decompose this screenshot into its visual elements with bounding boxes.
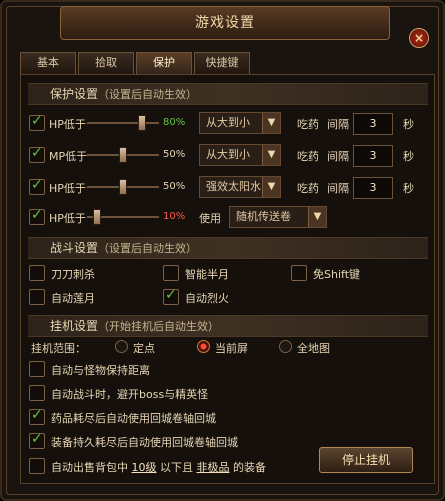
eat-potion-label: 吃药	[297, 118, 319, 131]
tab-basic[interactable]: 基本	[20, 52, 76, 74]
interval-label: 间隔	[327, 118, 349, 131]
auto-sell-prefix: 自动出售背包中	[51, 461, 128, 474]
mp-threshold-percent: 50%	[163, 149, 186, 160]
protection-section-note: （设置后自动生效）	[98, 88, 198, 101]
use-label: 使用	[199, 212, 221, 225]
eat-potion-label: 吃药	[297, 182, 319, 195]
settings-panel: 保护设置（设置后自动生效） HP低于 80% 从大到小▼ 吃药 间隔 3 秒 M…	[20, 74, 435, 484]
hp-teleport-percent: 10%	[163, 211, 186, 222]
option-lotus-moon-label: 自动莲月	[51, 292, 95, 305]
durability-recall-label: 装备持久耗尽后自动使用回城卷轴回城	[51, 436, 238, 449]
hp-threshold-checkbox-2[interactable]	[29, 177, 45, 195]
slider-knob[interactable]	[119, 179, 127, 195]
avoid-boss-checkbox[interactable]	[29, 385, 45, 401]
option-lotus-moon-checkbox[interactable]	[29, 289, 45, 305]
teleport-scroll-value: 随机传送卷	[236, 210, 291, 223]
sell-quality-link[interactable]: 非极品	[197, 461, 230, 474]
hp-teleport-checkbox[interactable]	[29, 207, 45, 225]
hp-threshold-label-2: HP低于	[49, 182, 86, 195]
range-whole-map-radio[interactable]	[279, 340, 292, 353]
window-title: 游戏设置	[60, 6, 390, 40]
interval-input-3[interactable]: 3	[353, 177, 393, 199]
hp-threshold-slider-2[interactable]	[87, 179, 159, 195]
option-flame-label: 自动烈火	[185, 292, 229, 305]
chevron-down-icon: ▼	[262, 113, 280, 133]
battle-section-header: 战斗设置（设置后自动生效）	[28, 237, 428, 259]
sell-level-link[interactable]: 10级	[132, 461, 157, 474]
chevron-down-icon: ▼	[262, 177, 280, 197]
range-fixed-label: 定点	[133, 342, 155, 355]
chevron-down-icon: ▼	[262, 145, 280, 165]
protection-section-title: 保护设置	[50, 87, 99, 101]
settings-window: 游戏设置 × 基本 拾取 保护 快捷键 保护设置（设置后自动生效） HP低于 8…	[0, 0, 445, 501]
mp-threshold-slider[interactable]	[87, 147, 159, 163]
option-no-shift-checkbox[interactable]	[291, 265, 307, 281]
seconds-label: 秒	[403, 182, 414, 195]
potion-order-select-1[interactable]: 从大到小 ▼	[199, 112, 281, 134]
tab-hotkeys[interactable]: 快捷键	[194, 52, 250, 74]
mp-threshold-checkbox[interactable]	[29, 145, 45, 163]
range-current-screen-radio[interactable]	[197, 340, 210, 353]
slider-knob[interactable]	[93, 209, 101, 225]
range-whole-map-label: 全地图	[297, 342, 330, 355]
tab-bar: 基本 拾取 保护 快捷键	[20, 52, 250, 74]
keep-distance-checkbox[interactable]	[29, 361, 45, 377]
range-label: 挂机范围：	[31, 342, 86, 355]
stop-hangup-button[interactable]: 停止挂机	[319, 447, 413, 473]
hangup-section-note: （开始挂机后自动生效）	[98, 320, 220, 333]
interval-input-1[interactable]: 3	[353, 113, 393, 135]
hp-threshold-label: HP低于	[49, 118, 86, 131]
teleport-scroll-select[interactable]: 随机传送卷 ▼	[229, 206, 327, 228]
slider-track	[87, 122, 159, 124]
battle-section-title: 战斗设置	[50, 241, 99, 255]
durability-recall-checkbox[interactable]	[29, 431, 45, 449]
range-current-screen-label: 当前屏	[215, 342, 248, 355]
auto-sell-mid: 以下且	[160, 461, 193, 474]
hp-teleport-label: HP低于	[49, 212, 86, 225]
hp-teleport-slider[interactable]	[87, 209, 159, 225]
slider-knob[interactable]	[119, 147, 127, 163]
battle-section-note: （设置后自动生效）	[98, 242, 198, 255]
auto-sell-suffix: 的装备	[233, 461, 266, 474]
option-half-moon-label: 智能半月	[185, 268, 229, 281]
potion-recall-checkbox[interactable]	[29, 407, 45, 425]
hp-threshold-checkbox[interactable]	[29, 113, 45, 131]
potion-order-value: 从大到小	[206, 116, 250, 129]
protection-section-header: 保护设置（设置后自动生效）	[28, 83, 428, 105]
hp-threshold-percent: 80%	[163, 117, 186, 128]
chevron-down-icon: ▼	[308, 207, 326, 227]
option-half-moon-checkbox[interactable]	[163, 265, 179, 281]
auto-sell-text: 自动出售背包中 10级 以下且 非极品 的装备	[51, 459, 266, 475]
range-fixed-radio[interactable]	[115, 340, 128, 353]
tab-protection[interactable]: 保护	[136, 52, 192, 74]
option-flame-checkbox[interactable]	[163, 287, 179, 305]
slider-knob[interactable]	[138, 115, 146, 131]
avoid-boss-label: 自动战斗时，避开boss与精英怪	[51, 388, 209, 401]
eat-potion-label: 吃药	[297, 150, 319, 163]
close-button[interactable]: ×	[409, 28, 429, 48]
hangup-section-title: 挂机设置	[50, 319, 99, 333]
hangup-section-header: 挂机设置（开始挂机后自动生效）	[28, 315, 428, 337]
seconds-label: 秒	[403, 118, 414, 131]
option-stab-label: 刀刀刺杀	[51, 268, 95, 281]
potion-recall-label: 药品耗尽后自动使用回城卷轴回城	[51, 412, 216, 425]
interval-label: 间隔	[327, 182, 349, 195]
hp-threshold-slider[interactable]	[87, 115, 159, 131]
option-no-shift-label: 免Shift键	[313, 268, 361, 281]
seconds-label: 秒	[403, 150, 414, 163]
potion-order-select-2[interactable]: 从大到小 ▼	[199, 144, 281, 166]
potion-order-value: 从大到小	[206, 148, 250, 161]
hp-threshold-percent-2: 50%	[163, 181, 186, 192]
mp-threshold-label: MP低于	[49, 150, 88, 163]
option-stab-checkbox[interactable]	[29, 265, 45, 281]
interval-input-2[interactable]: 3	[353, 145, 393, 167]
potion-type-select[interactable]: 强效太阳水 ▼	[199, 176, 281, 198]
keep-distance-label: 自动与怪物保持距离	[51, 364, 150, 377]
auto-sell-checkbox[interactable]	[29, 458, 45, 474]
tab-pickup[interactable]: 拾取	[78, 52, 134, 74]
potion-type-value: 强效太阳水	[206, 180, 261, 193]
interval-label: 间隔	[327, 150, 349, 163]
